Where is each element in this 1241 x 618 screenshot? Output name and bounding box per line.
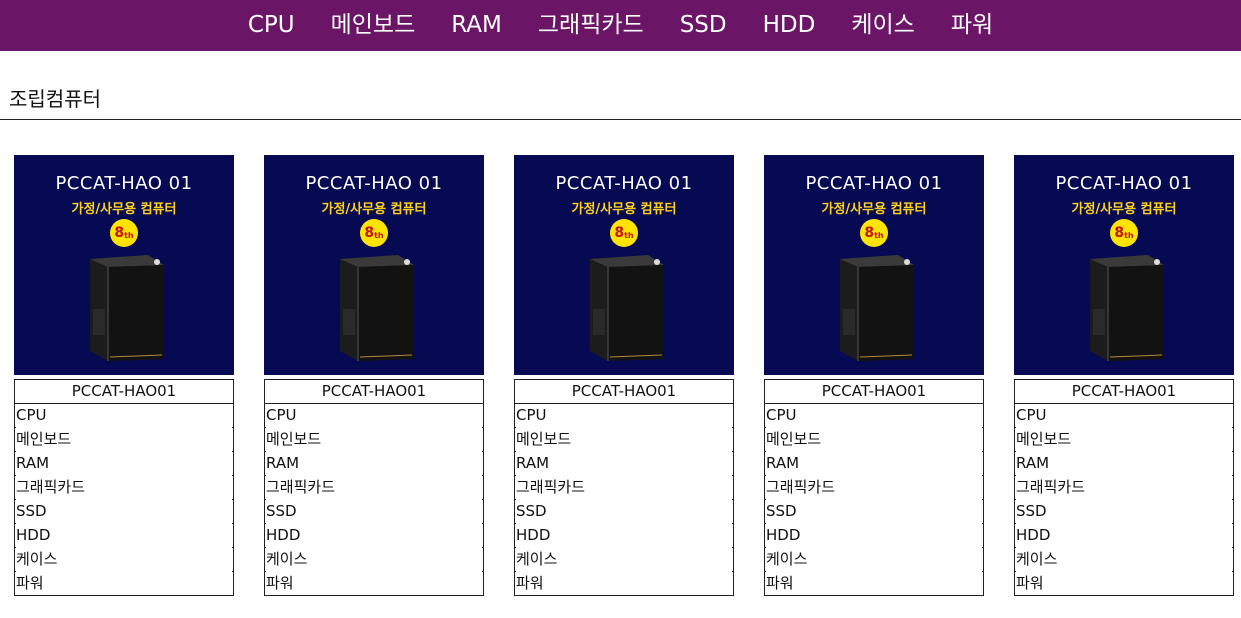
spec-mainboard: 메인보드 — [515, 428, 733, 452]
spec-case: 케이스 — [1015, 548, 1233, 572]
nav-mainboard[interactable]: 메인보드 — [331, 0, 416, 51]
product-name[interactable]: PCCAT-HAO01 — [15, 380, 233, 404]
nav-case[interactable]: 케이스 — [851, 0, 914, 51]
spec-ssd: SSD — [15, 500, 233, 524]
product-card[interactable]: PCCAT-HAO 01 가정/사무용 컴퓨터 8th PCCAT-HAO01 … — [1014, 155, 1234, 596]
nav-power[interactable]: 파워 — [951, 0, 993, 51]
spec-mainboard: 메인보드 — [765, 428, 983, 452]
spec-hdd: HDD — [765, 524, 983, 548]
spec-hdd: HDD — [15, 524, 233, 548]
product-image[interactable]: PCCAT-HAO 01 가정/사무용 컴퓨터 8th — [1014, 155, 1234, 375]
spec-case: 케이스 — [765, 548, 983, 572]
product-name[interactable]: PCCAT-HAO01 — [1015, 380, 1233, 404]
image-subtitle: 가정/사무용 컴퓨터 — [1071, 202, 1177, 217]
generation-badge: 8th — [1110, 219, 1138, 247]
image-title: PCCAT-HAO 01 — [55, 173, 193, 194]
image-title: PCCAT-HAO 01 — [305, 173, 443, 194]
nav-ssd[interactable]: SSD — [680, 0, 727, 51]
image-subtitle: 가정/사무용 컴퓨터 — [71, 202, 177, 217]
product-name[interactable]: PCCAT-HAO01 — [515, 380, 733, 404]
nav-ram[interactable]: RAM — [451, 0, 502, 51]
section-divider — [0, 119, 1241, 120]
spec-graphics-card: 그래픽카드 — [15, 476, 233, 500]
generation-badge: 8th — [110, 219, 138, 247]
image-title: PCCAT-HAO 01 — [1055, 173, 1193, 194]
generation-badge: 8th — [610, 219, 638, 247]
image-title: PCCAT-HAO 01 — [555, 173, 693, 194]
spec-cpu: CPU — [765, 404, 983, 428]
spec-graphics-card: 그래픽카드 — [1015, 476, 1233, 500]
section-title: 조립컴퓨터 — [9, 87, 101, 111]
spec-case: 케이스 — [265, 548, 483, 572]
product-name[interactable]: PCCAT-HAO01 — [265, 380, 483, 404]
nav-cpu[interactable]: CPU — [248, 0, 295, 51]
spec-ram: RAM — [515, 452, 733, 476]
spec-cpu: CPU — [1015, 404, 1233, 428]
spec-ssd: SSD — [1015, 500, 1233, 524]
spec-graphics-card: 그래픽카드 — [265, 476, 483, 500]
product-name[interactable]: PCCAT-HAO01 — [765, 380, 983, 404]
spec-case: 케이스 — [515, 548, 733, 572]
spec-ram: RAM — [15, 452, 233, 476]
spec-ram: RAM — [765, 452, 983, 476]
pc-case-icon — [1090, 255, 1164, 361]
product-image[interactable]: PCCAT-HAO 01 가정/사무용 컴퓨터 8th — [514, 155, 734, 375]
nav-graphics-card[interactable]: 그래픽카드 — [538, 0, 644, 51]
product-image[interactable]: PCCAT-HAO 01 가정/사무용 컴퓨터 8th — [264, 155, 484, 375]
pc-case-icon — [840, 255, 914, 361]
spec-case: 케이스 — [15, 548, 233, 572]
spec-hdd: HDD — [515, 524, 733, 548]
spec-hdd: HDD — [1015, 524, 1233, 548]
spec-mainboard: 메인보드 — [1015, 428, 1233, 452]
generation-badge: 8th — [860, 219, 888, 247]
image-subtitle: 가정/사무용 컴퓨터 — [821, 202, 927, 217]
spec-power: 파워 — [16, 574, 44, 592]
spec-cpu: CPU — [265, 404, 483, 428]
spec-power: 파워 — [266, 574, 294, 592]
image-subtitle: 가정/사무용 컴퓨터 — [321, 202, 427, 217]
spec-cpu: CPU — [15, 404, 233, 428]
spec-mainboard: 메인보드 — [15, 428, 233, 452]
top-nav: CPU 메인보드 RAM 그래픽카드 SSD HDD 케이스 파워 — [0, 0, 1241, 51]
nav-hdd[interactable]: HDD — [763, 0, 816, 51]
spec-ram: RAM — [265, 452, 483, 476]
spec-table: PCCAT-HAO01 CPU 메인보드 RAM 그래픽카드 SSD HDD 케… — [764, 379, 984, 596]
spec-table: PCCAT-HAO01 CPU 메인보드 RAM 그래픽카드 SSD HDD 케… — [514, 379, 734, 596]
product-card[interactable]: PCCAT-HAO 01 가정/사무용 컴퓨터 8th PCCAT-HAO01 … — [14, 155, 234, 596]
spec-power: 파워 — [766, 574, 794, 592]
spec-graphics-card: 그래픽카드 — [765, 476, 983, 500]
spec-table: PCCAT-HAO01 CPU 메인보드 RAM 그래픽카드 SSD HDD 케… — [14, 379, 234, 596]
product-card[interactable]: PCCAT-HAO 01 가정/사무용 컴퓨터 8th PCCAT-HAO01 … — [514, 155, 734, 596]
pc-case-icon — [90, 255, 164, 361]
spec-ram: RAM — [1015, 452, 1233, 476]
spec-power: 파워 — [1016, 574, 1044, 592]
image-title: PCCAT-HAO 01 — [805, 173, 943, 194]
spec-cpu: CPU — [515, 404, 733, 428]
spec-graphics-card: 그래픽카드 — [515, 476, 733, 500]
product-card[interactable]: PCCAT-HAO 01 가정/사무용 컴퓨터 8th PCCAT-HAO01 … — [764, 155, 984, 596]
pc-case-icon — [340, 255, 414, 361]
spec-ssd: SSD — [765, 500, 983, 524]
spec-mainboard: 메인보드 — [265, 428, 483, 452]
spec-ssd: SSD — [515, 500, 733, 524]
image-subtitle: 가정/사무용 컴퓨터 — [571, 202, 677, 217]
pc-case-icon — [590, 255, 664, 361]
product-image[interactable]: PCCAT-HAO 01 가정/사무용 컴퓨터 8th — [764, 155, 984, 375]
spec-table: PCCAT-HAO01 CPU 메인보드 RAM 그래픽카드 SSD HDD 케… — [264, 379, 484, 596]
spec-table: PCCAT-HAO01 CPU 메인보드 RAM 그래픽카드 SSD HDD 케… — [1014, 379, 1234, 596]
spec-power: 파워 — [516, 574, 544, 592]
generation-badge: 8th — [360, 219, 388, 247]
product-card[interactable]: PCCAT-HAO 01 가정/사무용 컴퓨터 8th PCCAT-HAO01 … — [264, 155, 484, 596]
product-image[interactable]: PCCAT-HAO 01 가정/사무용 컴퓨터 8th — [14, 155, 234, 375]
spec-ssd: SSD — [265, 500, 483, 524]
spec-hdd: HDD — [265, 524, 483, 548]
